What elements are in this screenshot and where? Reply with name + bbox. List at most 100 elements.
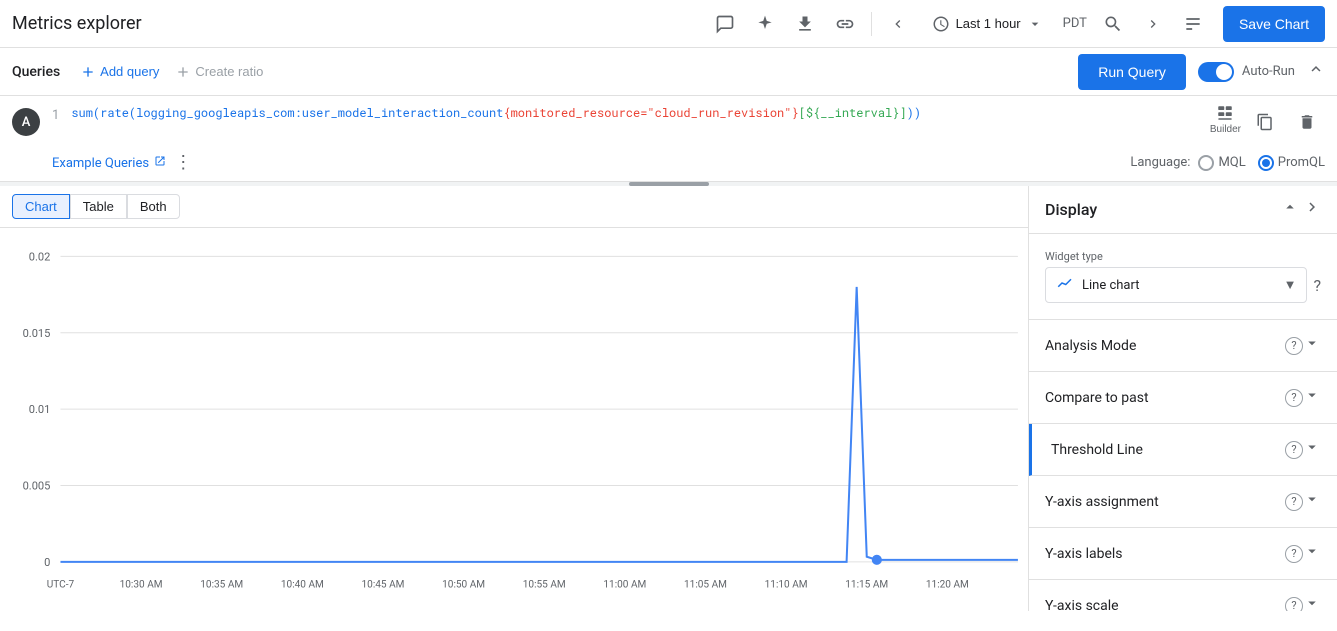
widget-help-icon[interactable]: ?: [1313, 276, 1321, 295]
next-icon-btn[interactable]: [1135, 6, 1171, 42]
language-section: Language: MQL PromQL: [1130, 155, 1325, 171]
tab-chart[interactable]: Chart: [12, 194, 70, 219]
code-close: )): [907, 105, 921, 121]
svg-text:10:50 AM: 10:50 AM: [442, 579, 485, 590]
save-chart-button[interactable]: Save Chart: [1223, 6, 1325, 42]
line-number: 1: [52, 108, 59, 123]
example-queries-label: Example Queries: [52, 156, 149, 171]
code-filter: {monitored_resource="cloud_run_revision"…: [503, 105, 798, 121]
sparkle-icon-btn[interactable]: [747, 6, 783, 42]
panel-header: Display: [1029, 186, 1337, 234]
query-code[interactable]: sum(rate(logging_googleapis_com:user_mod…: [71, 104, 1202, 123]
panel-up-btn[interactable]: [1281, 198, 1299, 221]
queries-right: Run Query Auto-Run: [1078, 54, 1325, 90]
svg-text:10:40 AM: 10:40 AM: [281, 579, 324, 590]
widget-type-section: Widget type Line chart ▼ ?: [1029, 234, 1337, 320]
mql-radio[interactable]: MQL: [1198, 155, 1245, 171]
svg-text:UTC-7: UTC-7: [47, 579, 75, 590]
y-axis-labels-label: Y-axis labels: [1045, 546, 1281, 562]
promql-label: PromQL: [1278, 155, 1325, 170]
compare-help-icon[interactable]: ?: [1285, 389, 1303, 407]
auto-run-toggle[interactable]: Auto-Run: [1198, 62, 1295, 82]
delete-query-button[interactable]: [1289, 104, 1325, 140]
query-editor: A 1 sum(rate(logging_googleapis_com:user…: [0, 96, 1337, 182]
line-chart: 0.02 0.015 0.01 0.005 0 UTC-7 10:30 AM 1…: [0, 236, 1028, 623]
create-ratio-button[interactable]: Create ratio: [167, 60, 271, 84]
language-radio-group: MQL PromQL: [1198, 155, 1325, 171]
timezone-label: PDT: [1063, 16, 1087, 31]
time-range-btn[interactable]: Last 1 hour: [920, 6, 1055, 42]
toggle-knob: [1216, 64, 1232, 80]
code-prefix: sum(rate(logging_googleapis_com:user_mod…: [71, 105, 503, 121]
y-axis-scale-help-icon[interactable]: ?: [1285, 597, 1303, 612]
builder-label: Builder: [1210, 124, 1241, 135]
right-panel: Display Widget type Line chart ▼: [1029, 186, 1337, 611]
collapse-button[interactable]: [1307, 60, 1325, 83]
y-axis-assignment-section[interactable]: Y-axis assignment ?: [1029, 476, 1337, 528]
tab-both[interactable]: Both: [127, 194, 180, 219]
svg-text:0.02: 0.02: [29, 250, 51, 263]
y-axis-labels-section[interactable]: Y-axis labels ?: [1029, 528, 1337, 580]
svg-text:0: 0: [44, 556, 50, 569]
main-content: Chart Table Both 0.02 0.015 0.01 0.005 0…: [0, 186, 1337, 611]
threshold-line-label: Threshold Line: [1051, 442, 1281, 458]
y-axis-scale-section[interactable]: Y-axis scale ?: [1029, 580, 1337, 611]
query-footer: Example Queries ⋮ Language: MQL PromQL: [0, 148, 1337, 181]
promql-radio-inner: [1262, 159, 1270, 167]
svg-text:0.015: 0.015: [23, 327, 51, 340]
prev-icon-btn[interactable]: [880, 6, 916, 42]
query-letter: A: [12, 108, 40, 136]
promql-radio[interactable]: PromQL: [1258, 155, 1325, 171]
download-icon-btn[interactable]: [787, 6, 823, 42]
chart-container: 0.02 0.015 0.01 0.005 0 UTC-7 10:30 AM 1…: [0, 228, 1028, 631]
svg-text:10:55 AM: 10:55 AM: [523, 579, 566, 590]
copy-query-button[interactable]: [1247, 104, 1283, 140]
more-options-icon[interactable]: ⋮: [174, 152, 192, 173]
mql-label: MQL: [1218, 155, 1245, 170]
compare-expand-icon: [1303, 386, 1321, 409]
threshold-line-section[interactable]: Threshold Line ?: [1029, 424, 1337, 476]
app-title: Metrics explorer: [12, 13, 707, 34]
analysis-mode-label: Analysis Mode: [1045, 338, 1281, 354]
svg-text:0.01: 0.01: [29, 403, 51, 416]
link-icon-btn[interactable]: [827, 6, 863, 42]
line-chart-icon: [1056, 274, 1074, 296]
time-range-label: Last 1 hour: [956, 16, 1021, 31]
divider: [871, 12, 872, 36]
panel-title: Display: [1045, 200, 1097, 219]
chart-area: Chart Table Both 0.02 0.015 0.01 0.005 0…: [0, 186, 1029, 611]
svg-text:10:30 AM: 10:30 AM: [120, 579, 163, 590]
analysis-mode-section[interactable]: Analysis Mode ?: [1029, 320, 1337, 372]
add-query-label: Add query: [100, 64, 159, 79]
panel-expand-btn[interactable]: [1303, 198, 1321, 221]
y-axis-scale-label: Y-axis scale: [1045, 598, 1281, 612]
header: Metrics explorer Last 1 hour PDT: [0, 0, 1337, 48]
search-icon-btn[interactable]: [1095, 6, 1131, 42]
widget-type-value: Line chart: [1082, 278, 1284, 293]
example-queries-link[interactable]: Example Queries: [52, 155, 166, 171]
chat-icon-btn[interactable]: [707, 6, 743, 42]
add-query-button[interactable]: Add query: [72, 60, 167, 84]
auto-run-label: Auto-Run: [1242, 64, 1295, 79]
auto-run-switch[interactable]: [1198, 62, 1234, 82]
y-axis-labels-help-icon[interactable]: ?: [1285, 545, 1303, 563]
svg-text:0.005: 0.005: [23, 480, 51, 493]
builder-button[interactable]: Builder: [1210, 104, 1241, 140]
queries-bar: Queries Add query Create ratio Run Query…: [0, 48, 1337, 96]
compare-to-past-section[interactable]: Compare to past ?: [1029, 372, 1337, 424]
widget-type-label: Widget type: [1045, 250, 1321, 263]
panel-header-icons: [1281, 198, 1321, 221]
tab-table[interactable]: Table: [70, 194, 127, 219]
run-query-button[interactable]: Run Query: [1078, 54, 1186, 90]
settings-icon-btn[interactable]: [1175, 6, 1211, 42]
svg-text:11:00 AM: 11:00 AM: [603, 579, 646, 590]
threshold-help-icon[interactable]: ?: [1285, 441, 1303, 459]
header-icons: Last 1 hour PDT Save Chart: [707, 6, 1325, 42]
svg-text:11:10 AM: 11:10 AM: [765, 579, 808, 590]
analysis-mode-help-icon[interactable]: ?: [1285, 337, 1303, 355]
query-row: A 1 sum(rate(logging_googleapis_com:user…: [0, 96, 1337, 148]
y-axis-assignment-expand-icon: [1303, 490, 1321, 513]
widget-type-select[interactable]: Line chart ▼: [1045, 267, 1307, 303]
svg-text:11:15 AM: 11:15 AM: [845, 579, 888, 590]
y-axis-assignment-help-icon[interactable]: ?: [1285, 493, 1303, 511]
